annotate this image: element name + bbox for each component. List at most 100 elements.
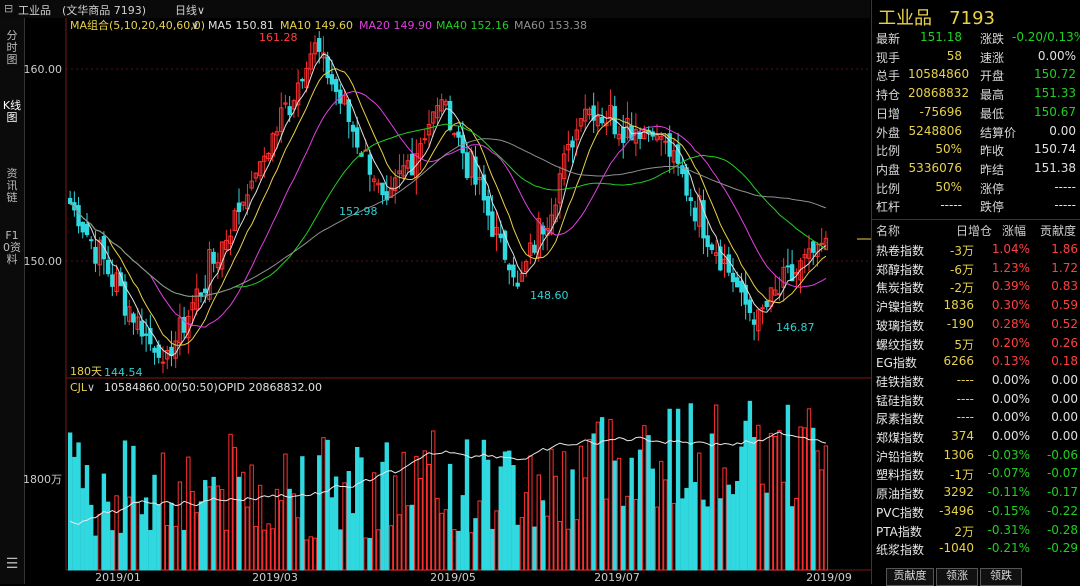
cell-inc: ---- — [956, 372, 974, 387]
col-contrib[interactable]: 贡献度 — [1040, 222, 1076, 239]
tab-laggards[interactable]: 领跌 — [980, 568, 1022, 586]
ma-group-label[interactable]: MA组合(5,10,20,40,60,0) — [70, 18, 205, 32]
volume-bar — [806, 408, 812, 571]
volume-bar — [114, 495, 119, 571]
table-row[interactable]: 原油指数 3292 -0.11% -0.17 — [872, 484, 1080, 502]
y-label-150: 150.00 — [24, 255, 63, 268]
volume-bar — [785, 404, 791, 571]
table-row[interactable]: 沪铅指数 1306 -0.03% -0.06 — [872, 447, 1080, 465]
cell-inc: ---- — [956, 410, 974, 425]
table-row[interactable]: 热卷指数 -3万 1.04% 1.86 — [872, 241, 1080, 259]
volume-bar — [608, 418, 613, 571]
kline-chart[interactable]: 160.00 150.00 1800万 MA组合(5,10,20,40,60,0… — [0, 0, 871, 584]
cell-name: 焦炭指数 — [876, 281, 925, 296]
quote-value: 150.67 — [1034, 104, 1076, 119]
volume-bar — [169, 502, 174, 571]
col-name[interactable]: 名称 — [876, 222, 900, 239]
volume-bar — [452, 529, 457, 571]
quote-label: 外盘 — [876, 125, 901, 140]
volume-bar — [751, 437, 757, 571]
cell-name: 锰硅指数 — [876, 393, 925, 408]
candle-body — [735, 277, 740, 288]
volume-chevron-icon[interactable]: ∨ — [87, 381, 95, 394]
cell-chg: 0.28% — [991, 316, 1030, 331]
tab-contribution[interactable]: 贡献度 — [886, 568, 934, 586]
cell-chg: 0.30% — [991, 298, 1030, 313]
table-row[interactable]: 玻璃指数 -190 0.28% 0.52 — [872, 316, 1080, 334]
cell-name: 玻璃指数 — [876, 318, 925, 333]
table-row[interactable]: 沪镍指数 1836 0.30% 0.59 — [872, 297, 1080, 315]
candle-body — [346, 99, 351, 122]
table-row[interactable]: 塑料指数 -1万 -0.07% -0.07 — [872, 465, 1080, 483]
cell-name: 沪镍指数 — [876, 300, 925, 315]
col-chg[interactable]: 涨幅 — [1002, 222, 1026, 239]
candle-body — [380, 182, 385, 196]
cell-name: 塑料指数 — [876, 468, 925, 483]
candle-body — [747, 299, 753, 314]
candle-body — [409, 153, 415, 176]
volume-bar — [777, 430, 782, 571]
volume-bar — [97, 513, 102, 571]
table-row[interactable]: 硅铁指数 ---- 0.00% 0.00 — [872, 372, 1080, 390]
volume-bar — [566, 528, 571, 571]
table-row[interactable]: 螺纹指数 5万 0.20% 0.26 — [872, 335, 1080, 353]
candle-body — [152, 347, 157, 353]
candle-body — [684, 167, 689, 196]
quote-row: 外盘 5248806 结算价 0.00 — [872, 124, 1080, 143]
candle-body — [93, 246, 98, 264]
cell-chg: 0.00% — [991, 410, 1030, 425]
table-row[interactable]: 锰硅指数 ---- 0.00% 0.00 — [872, 391, 1080, 409]
quote-value: 0.00 — [1049, 123, 1076, 138]
volume-bar — [802, 427, 807, 571]
volume-bar — [160, 452, 166, 571]
quote-value: 58 — [946, 48, 962, 63]
cell-chg: 1.04% — [991, 242, 1030, 256]
quote-value: -0.20/0.13% — [1012, 30, 1080, 44]
volume-bar — [485, 459, 491, 571]
table-row[interactable]: PVC指数 -3496 -0.15% -0.22 — [872, 503, 1080, 521]
table-row[interactable]: 纸浆指数 -1040 -0.21% -0.29 — [872, 540, 1080, 558]
table-row[interactable]: 郑醇指数 -6万 1.23% 1.72 — [872, 260, 1080, 278]
volume-bar — [435, 497, 440, 571]
volume-bar — [730, 494, 736, 571]
volume-bar — [80, 488, 85, 571]
cell-contrib: -0.29 — [1046, 541, 1078, 556]
volume-legend-value: 10584860.00(50:50) — [104, 381, 218, 394]
volume-bar — [236, 476, 242, 571]
candle-body — [726, 254, 731, 273]
cell-contrib: 1.72 — [1051, 260, 1078, 275]
volume-bar — [756, 424, 761, 571]
table-row[interactable]: PTA指数 2万 -0.31% -0.28 — [872, 522, 1080, 540]
cell-chg: -0.21% — [987, 541, 1030, 556]
volume-bar — [460, 495, 465, 571]
table-row[interactable]: EG指数 6266 0.13% 0.18 — [872, 353, 1080, 371]
volume-bar — [456, 530, 461, 571]
candle-body — [811, 241, 816, 253]
volume-bar — [376, 529, 381, 571]
tab-leaders[interactable]: 领涨 — [936, 568, 978, 586]
annotation-low-aug: 146.87 — [776, 321, 815, 334]
candle-body — [511, 264, 516, 278]
quote-value: 10584860 — [908, 67, 970, 82]
volume-bar — [152, 474, 157, 571]
cell-chg: -0.11% — [987, 485, 1030, 500]
table-row[interactable]: 焦炭指数 -2万 0.39% 0.83 — [872, 278, 1080, 296]
volume-legend-name[interactable]: CJL — [70, 381, 88, 394]
cell-chg: -0.31% — [987, 522, 1030, 537]
table-row[interactable]: 郑煤指数 374 0.00% 0.00 — [872, 428, 1080, 446]
volume-bar — [705, 506, 710, 571]
ma-group-chevron-icon[interactable]: ∨ — [191, 19, 199, 32]
volume-bar — [574, 519, 579, 571]
volume-bar — [760, 483, 765, 571]
table-row[interactable]: 尿素指数 ---- 0.00% 0.00 — [872, 409, 1080, 427]
volume-bar — [211, 476, 216, 571]
quote-value: ----- — [1054, 198, 1076, 213]
col-inc[interactable]: 日增仓 — [956, 222, 992, 239]
candle-body — [131, 313, 136, 323]
quote-value: 50% — [935, 179, 962, 194]
quote-row: 比例 50% 涨停 ----- — [872, 180, 1080, 199]
volume-bar — [515, 524, 520, 571]
quote-label: 昨结 — [980, 162, 1005, 177]
volume-bar — [511, 465, 516, 571]
volume-bar — [198, 501, 204, 571]
